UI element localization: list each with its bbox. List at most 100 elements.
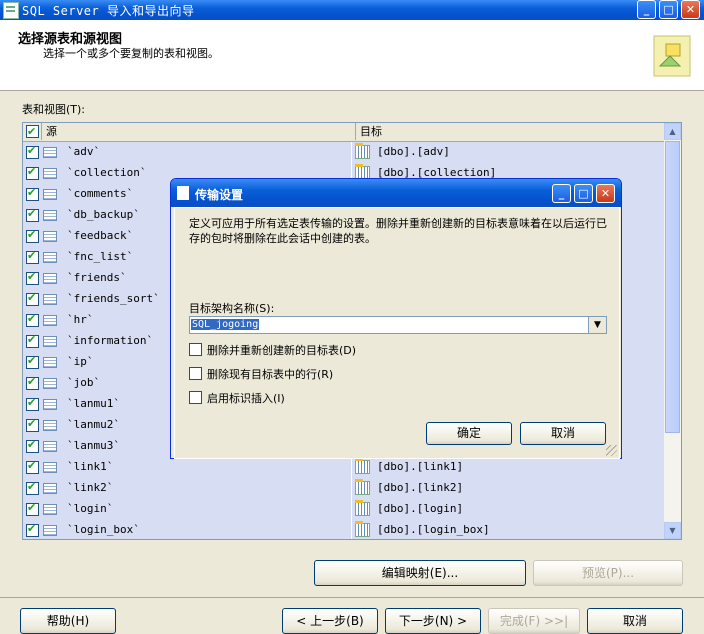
source-cell[interactable]: `db_backup`: [67, 208, 140, 221]
source-cell[interactable]: `lanmu2`: [67, 418, 120, 431]
select-all-header[interactable]: ✔: [23, 123, 42, 140]
destination-cell[interactable]: [dbo].[login]: [377, 502, 463, 515]
back-button[interactable]: < 上一步(B): [282, 608, 378, 634]
dialog-body: 定义可应用于所有选定表传输的设置。删除并重新创建新的目标表意味着在以后运行已存的…: [174, 207, 620, 459]
checkbox-box[interactable]: [189, 391, 202, 404]
source-cell[interactable]: `link2`: [67, 481, 113, 494]
destination-cell[interactable]: [dbo].[link1]: [377, 460, 463, 473]
destination-cell[interactable]: [dbo].[login_box]: [377, 523, 490, 536]
source-cell[interactable]: `friends`: [67, 271, 127, 284]
dialog-ok-button[interactable]: 确定: [426, 422, 512, 445]
list-header: ✔ 源 目标: [23, 123, 665, 142]
row-checkbox[interactable]: [26, 312, 39, 327]
row-checkbox[interactable]: [26, 186, 39, 201]
table-icon: [43, 378, 57, 389]
source-cell[interactable]: `link1`: [67, 460, 113, 473]
source-cell[interactable]: `hr`: [67, 313, 94, 326]
schema-name-combobox[interactable]: SQL_jogoing ▼: [189, 316, 607, 334]
destination-table-icon: [355, 521, 370, 537]
dialog-minimize-button[interactable]: _: [552, 184, 571, 203]
table-icon: [43, 399, 57, 410]
source-cell[interactable]: `lanmu3`: [67, 439, 120, 452]
select-all-checkbox[interactable]: ✔: [26, 125, 39, 138]
row-checkbox[interactable]: [26, 249, 39, 264]
source-cell[interactable]: `fnc_list`: [67, 250, 133, 263]
source-cell[interactable]: `ip`: [67, 355, 94, 368]
dialog-title: 传输设置: [195, 188, 244, 202]
row-checkbox[interactable]: [26, 522, 39, 537]
row-checkbox[interactable]: [26, 270, 39, 285]
checkbox-box[interactable]: [189, 367, 202, 380]
scroll-thumb[interactable]: [665, 141, 680, 433]
table-icon: [43, 336, 57, 347]
close-button[interactable]: ✕: [681, 0, 700, 19]
source-cell[interactable]: `adv`: [67, 145, 100, 158]
source-column-header[interactable]: 源: [42, 123, 356, 140]
minimize-button[interactable]: _: [637, 0, 656, 19]
table-row[interactable]: `link2` [dbo].[link2]: [23, 478, 665, 499]
source-cell[interactable]: `friends_sort`: [67, 292, 160, 305]
window-title-bar[interactable]: SQL Server 导入和导出向导 _ □ ✕: [0, 0, 704, 20]
row-checkbox[interactable]: [26, 417, 39, 432]
transfer-settings-dialog[interactable]: 传输设置 _ □ ✕ 定义可应用于所有选定表传输的设置。删除并重新创建新的目标表…: [170, 178, 622, 459]
row-checkbox[interactable]: [26, 207, 39, 222]
row-checkbox[interactable]: [26, 438, 39, 453]
row-checkbox[interactable]: [26, 396, 39, 411]
row-checkbox[interactable]: [26, 501, 39, 516]
source-cell[interactable]: `lanmu1`: [67, 397, 120, 410]
vertical-scrollbar[interactable]: ▲ ▼: [664, 123, 681, 539]
destination-table-icon: [355, 458, 370, 474]
schema-name-label: 目标架构名称(S):: [189, 302, 275, 315]
source-cell[interactable]: `feedback`: [67, 229, 133, 242]
window-title: SQL Server 导入和导出向导: [22, 4, 195, 18]
preview-button[interactable]: 预览(P)...: [533, 560, 683, 586]
maximize-button[interactable]: □: [659, 0, 678, 19]
column-divider: [351, 142, 352, 163]
app-icon: [3, 2, 19, 19]
row-checkbox[interactable]: [26, 144, 39, 159]
table-row[interactable]: `adv` [dbo].[adv]: [23, 142, 665, 163]
source-cell[interactable]: `login`: [67, 502, 113, 515]
table-row[interactable]: `login` [dbo].[login]: [23, 499, 665, 520]
scroll-down-button[interactable]: ▼: [664, 522, 681, 539]
help-button[interactable]: 帮助(H): [20, 608, 116, 634]
dialog-title-bar[interactable]: 传输设置 _ □ ✕: [171, 179, 621, 207]
row-checkbox[interactable]: [26, 375, 39, 390]
next-button[interactable]: 下一步(N) >: [385, 608, 481, 634]
source-cell[interactable]: `job`: [67, 376, 100, 389]
destination-table-icon: [355, 143, 370, 159]
cancel-button[interactable]: 取消: [587, 608, 683, 634]
checkbox-box[interactable]: [189, 343, 202, 356]
dialog-maximize-button[interactable]: □: [574, 184, 593, 203]
source-cell[interactable]: `comments`: [67, 187, 133, 200]
table-icon: [43, 189, 57, 200]
row-checkbox[interactable]: [26, 459, 39, 474]
dialog-description: 定义可应用于所有选定表传输的设置。删除并重新创建新的目标表意味着在以后运行已存的…: [189, 217, 607, 245]
dialog-cancel-button[interactable]: 取消: [520, 422, 606, 445]
column-divider: [351, 520, 352, 539]
edit-mapping-button[interactable]: 编辑映射(E)...: [314, 560, 526, 586]
row-checkbox[interactable]: [26, 480, 39, 495]
chevron-down-icon[interactable]: ▼: [588, 317, 606, 333]
row-checkbox[interactable]: [26, 354, 39, 369]
resize-grip[interactable]: [606, 445, 617, 456]
finish-button[interactable]: 完成(F) >>|: [488, 608, 580, 634]
row-checkbox[interactable]: [26, 165, 39, 180]
destination-column-header[interactable]: 目标: [356, 123, 669, 140]
table-icon: [43, 231, 57, 242]
row-checkbox[interactable]: [26, 291, 39, 306]
source-cell[interactable]: `login_box`: [67, 523, 140, 536]
row-checkbox[interactable]: [26, 228, 39, 243]
row-checkbox[interactable]: [26, 333, 39, 348]
table-row[interactable]: `link1` [dbo].[link1]: [23, 457, 665, 478]
destination-cell[interactable]: [dbo].[link2]: [377, 481, 463, 494]
table-row[interactable]: `login_box` [dbo].[login_box]: [23, 520, 665, 539]
dialog-close-button[interactable]: ✕: [596, 184, 615, 203]
scroll-up-button[interactable]: ▲: [664, 123, 681, 140]
table-icon: [43, 420, 57, 431]
source-cell[interactable]: `collection`: [67, 166, 146, 179]
destination-cell[interactable]: [dbo].[adv]: [377, 145, 450, 158]
tables-views-label: 表和视图(T):: [22, 103, 86, 116]
source-cell[interactable]: `information`: [67, 334, 153, 347]
table-icon: [43, 441, 57, 452]
